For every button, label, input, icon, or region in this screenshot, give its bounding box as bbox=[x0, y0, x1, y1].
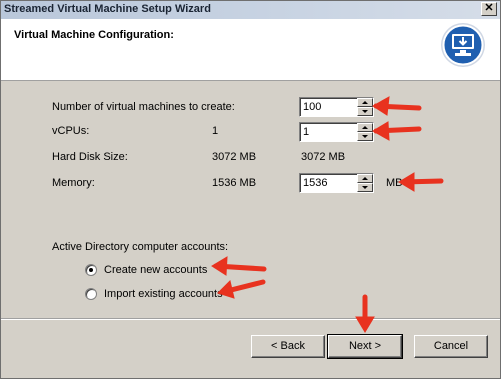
vcpus-input[interactable]: 1 bbox=[303, 126, 309, 138]
radio-import-existing-button[interactable] bbox=[85, 288, 97, 300]
wizard-header: Virtual Machine Configuration: bbox=[1, 19, 500, 81]
vcpus-default: 1 bbox=[212, 125, 219, 137]
memory-default: 1536 MB bbox=[212, 177, 257, 189]
memory-unit: MB bbox=[386, 177, 403, 189]
arrow-icon-memory bbox=[398, 172, 444, 192]
hdd-value: 3072 MB bbox=[301, 151, 346, 163]
arrow-icon-num-vms bbox=[372, 96, 422, 116]
wizard-window: Streamed Virtual Machine Setup Wizard ✕ … bbox=[0, 0, 501, 379]
close-icon: ✕ bbox=[484, 2, 494, 14]
arrow-icon-vcpus bbox=[372, 121, 422, 141]
vcpus-down-button[interactable] bbox=[357, 132, 373, 141]
arrow-icon-import-existing bbox=[217, 279, 266, 299]
next-button[interactable]: Next > bbox=[327, 334, 403, 359]
radio-create-new-button[interactable] bbox=[85, 264, 97, 276]
memory-spinner[interactable]: 1536 bbox=[299, 173, 374, 193]
hdd-default: 3072 MB bbox=[212, 151, 257, 163]
num-vms-up-button[interactable] bbox=[357, 98, 373, 107]
arrow-icon-next bbox=[355, 294, 375, 333]
vcpus-label: vCPUs: bbox=[52, 125, 90, 137]
page-heading: Virtual Machine Configuration: bbox=[14, 29, 174, 41]
memory-label: Memory: bbox=[52, 177, 95, 189]
close-button[interactable]: ✕ bbox=[481, 2, 497, 16]
hdd-label: Hard Disk Size: bbox=[52, 151, 128, 163]
radio-import-existing-label[interactable]: Import existing accounts bbox=[104, 288, 223, 300]
footer-separator bbox=[1, 318, 500, 320]
num-vms-input[interactable]: 100 bbox=[303, 101, 321, 113]
memory-down-button[interactable] bbox=[357, 183, 373, 192]
memory-input[interactable]: 1536 bbox=[303, 177, 327, 189]
vcpus-up-button[interactable] bbox=[357, 123, 373, 132]
num-vms-spinner[interactable]: 100 bbox=[299, 97, 374, 117]
window-title: Streamed Virtual Machine Setup Wizard bbox=[4, 3, 211, 15]
arrow-icon-create-new bbox=[211, 256, 267, 276]
memory-up-button[interactable] bbox=[357, 174, 373, 183]
vm-download-icon bbox=[441, 23, 485, 67]
cancel-button[interactable]: Cancel bbox=[414, 335, 488, 358]
num-vms-down-button[interactable] bbox=[357, 107, 373, 116]
title-bar[interactable]: Streamed Virtual Machine Setup Wizard ✕ bbox=[1, 1, 500, 19]
num-vms-label: Number of virtual machines to create: bbox=[52, 101, 235, 113]
vcpus-spinner[interactable]: 1 bbox=[299, 122, 374, 142]
radio-create-new-label[interactable]: Create new accounts bbox=[104, 264, 207, 276]
back-button[interactable]: < Back bbox=[251, 335, 325, 358]
ad-accounts-label: Active Directory computer accounts: bbox=[52, 241, 229, 253]
